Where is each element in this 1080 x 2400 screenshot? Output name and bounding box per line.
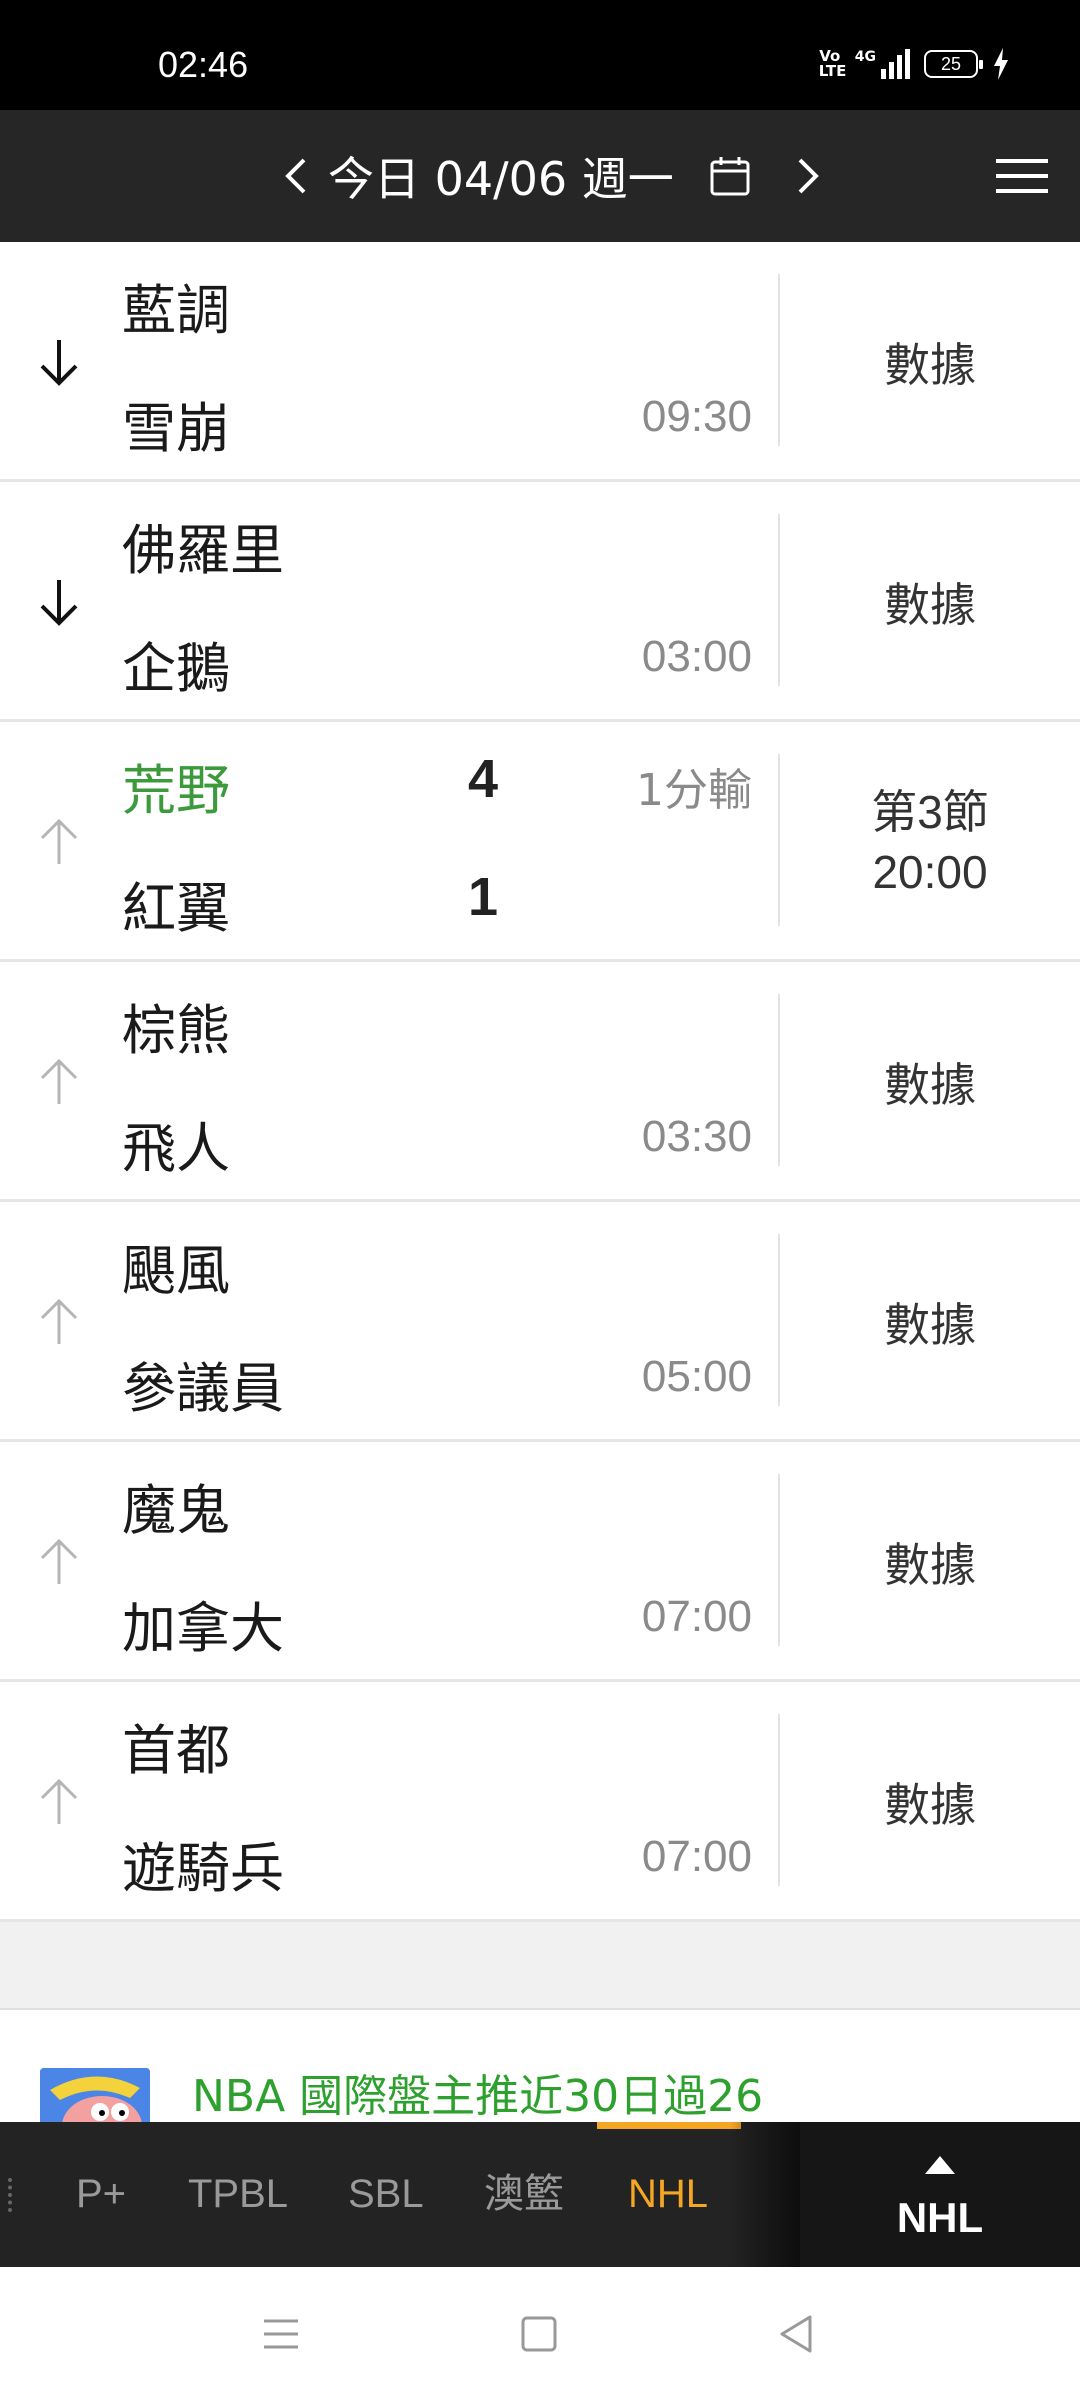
calendar-icon[interactable]	[708, 154, 752, 198]
charging-icon	[994, 48, 1008, 80]
stats-button[interactable]: 數據	[780, 1682, 1080, 1922]
away-team: 參議員	[122, 1357, 284, 1420]
home-team: 佛羅里	[122, 519, 284, 582]
volte-icon: Vo LTE	[818, 47, 847, 80]
stats-button[interactable]: 數據	[780, 242, 1080, 482]
arrow-up-icon[interactable]	[34, 814, 84, 870]
away-team: 飛人	[122, 1117, 230, 1180]
stats-button[interactable]: 數據	[780, 962, 1080, 1202]
league-tab-scroll[interactable]: P+ TPBL SBL 澳籃 NHL	[0, 2122, 800, 2267]
ad-banner[interactable]: NBA 國際盤主推近30日過26	[0, 2012, 1080, 2122]
current-league-selector[interactable]: NHL	[800, 2122, 1080, 2267]
status-icons: Vo LTE 4G 25	[819, 48, 1010, 80]
stats-button[interactable]: 數據	[780, 482, 1080, 722]
game-time: 07:00	[641, 1832, 752, 1881]
arrow-up-icon[interactable]	[34, 1534, 84, 1590]
home-team: 魔鬼	[122, 1479, 230, 1542]
game-period: 第3節	[871, 786, 989, 838]
home-team: 棕熊	[122, 999, 230, 1062]
active-tab-indicator	[597, 2122, 741, 2129]
date-header: 今日 04/06 週一	[0, 110, 1080, 242]
home-icon[interactable]	[514, 2309, 564, 2359]
recent-apps-icon[interactable]	[256, 2309, 306, 2359]
game-time: 05:00	[641, 1352, 752, 1401]
home-score: 4	[468, 749, 499, 809]
home-team: 颶風	[122, 1239, 230, 1302]
arrow-down-icon[interactable]	[34, 574, 84, 630]
tab-tpbl[interactable]: TPBL	[188, 2122, 288, 2267]
tab-scroll-fade	[730, 2122, 800, 2267]
ad-thumbnail	[40, 2068, 150, 2122]
tab-sbl[interactable]: SBL	[348, 2122, 424, 2267]
list-spacer	[0, 1922, 1080, 2010]
home-team: 藍調	[122, 279, 230, 342]
handicap-result: 1分輸	[636, 765, 752, 816]
signal-icon: 4G	[855, 49, 910, 79]
system-nav-bar	[0, 2267, 1080, 2400]
status-time: 02:46	[158, 44, 249, 85]
home-team: 首都	[122, 1719, 230, 1782]
ad-text[interactable]: NBA 國際盤主推近30日過26	[192, 2060, 763, 2122]
arrow-down-icon[interactable]	[34, 334, 84, 390]
current-date[interactable]: 今日 04/06 週一	[328, 143, 674, 209]
current-league-label: NHL	[896, 2194, 984, 2241]
arrow-up-icon[interactable]	[34, 1294, 84, 1350]
hamburger-menu-icon[interactable]	[996, 156, 1048, 196]
tab-nhl[interactable]: NHL	[628, 2122, 708, 2267]
status-bar: 02:46 Vo LTE 4G 25	[0, 0, 1080, 110]
league-tab-bar: P+ TPBL SBL 澳籃 NHL NHL	[0, 2122, 1080, 2267]
game-time: 07:00	[641, 1592, 752, 1641]
date-navigator: 今日 04/06 週一	[282, 110, 822, 242]
game-row[interactable]: 棕熊飛人 03:30 數據	[0, 962, 1080, 1202]
drag-handle-icon	[8, 2178, 12, 2212]
game-row[interactable]: 佛羅里企鵝 03:00 數據	[0, 482, 1080, 722]
away-score: 1	[468, 867, 499, 927]
back-icon[interactable]	[772, 2309, 822, 2359]
game-clock: 20:00	[872, 846, 988, 898]
game-time: 09:30	[641, 392, 752, 441]
away-team: 雪崩	[122, 397, 230, 460]
game-row[interactable]: 藍調雪崩 09:30 數據	[0, 242, 1080, 482]
caret-up-icon	[925, 2156, 955, 2174]
game-row[interactable]: 首都遊騎兵 07:00 數據	[0, 1682, 1080, 1922]
arrow-up-icon[interactable]	[34, 1774, 84, 1830]
away-team: 遊騎兵	[122, 1837, 284, 1900]
tab-p-plus[interactable]: P+	[76, 2122, 126, 2267]
game-time: 03:00	[641, 632, 752, 681]
arrow-up-icon[interactable]	[34, 1054, 84, 1110]
chevron-left-icon[interactable]	[282, 156, 310, 196]
away-team: 企鵝	[122, 637, 230, 700]
battery-icon: 25	[924, 50, 983, 78]
stats-button[interactable]: 數據	[780, 1442, 1080, 1682]
network-type: 4G	[854, 49, 876, 65]
stats-button[interactable]: 數據	[780, 1202, 1080, 1442]
game-row[interactable]: 魔鬼加拿大 07:00 數據	[0, 1442, 1080, 1682]
game-time: 03:30	[641, 1112, 752, 1161]
game-status[interactable]: 第3節 20:00	[780, 722, 1080, 962]
game-row[interactable]: 荒野紅翼 4 1 1分輸 第3節 20:00	[0, 722, 1080, 962]
tab-aus-basketball[interactable]: 澳籃	[484, 2122, 564, 2267]
chevron-right-icon[interactable]	[794, 156, 822, 196]
away-team: 加拿大	[122, 1597, 284, 1660]
away-team: 紅翼	[122, 877, 230, 940]
game-row[interactable]: 颶風參議員 05:00 數據	[0, 1202, 1080, 1442]
home-team: 荒野	[122, 759, 230, 822]
game-list: 藍調 雪崩 09:30 數據 佛羅里 企鵝 03:00 數據 荒野 紅翼 4 1 1分輸 第3節 20:00…	[0, 242, 1080, 1922]
